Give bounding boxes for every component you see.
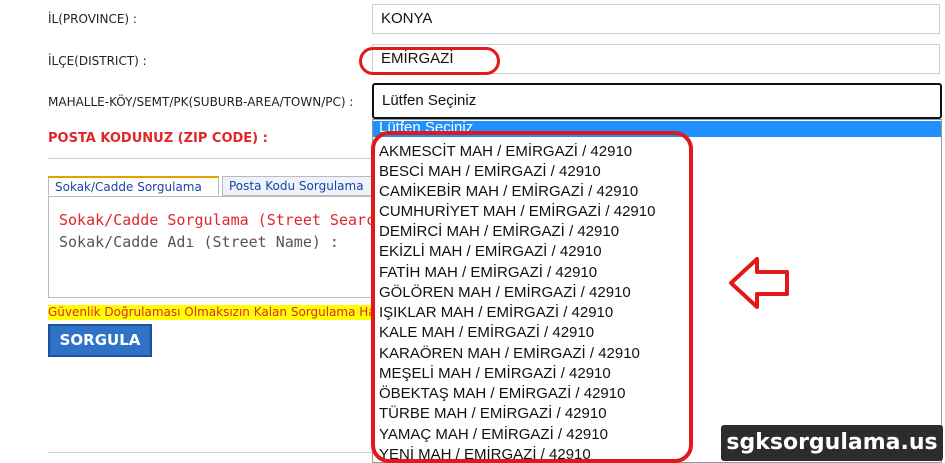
search-tabs: Sokak/Cadde Sorgulama Posta Kodu Sorgula…: [48, 176, 372, 196]
search-button[interactable]: SORGULA: [48, 324, 152, 357]
district-label: İLÇE(DISTRICT) :: [48, 54, 147, 68]
security-warning: Güvenlik Doğrulaması Olmaksızın Kalan So…: [48, 305, 372, 320]
zip-code-label: POSTA KODUNUZ (ZIP CODE) :: [48, 131, 268, 146]
street-name-label: Sokak/Cadde Adı (Street Name) :: [59, 233, 339, 251]
street-search-panel: Sokak/Cadde Sorgulama (Street Search) So…: [48, 196, 372, 298]
district-highlight-outline: [359, 47, 500, 75]
neighborhood-select[interactable]: Lütfen Seçiniz: [372, 83, 942, 119]
watermark-badge: sgksorgulama.us: [721, 425, 943, 461]
divider: [48, 158, 372, 159]
province-field[interactable]: KONYA: [372, 4, 940, 34]
tab-postal-code-search[interactable]: Posta Kodu Sorgulama: [222, 176, 372, 196]
options-highlight-outline: [371, 131, 693, 463]
bottom-divider: [48, 452, 372, 453]
left-arrow-outline-icon: [729, 257, 789, 309]
neighborhood-label: MAHALLE-KÖY/SEMT/PK(SUBURB-AREA/TOWN/PC)…: [48, 95, 354, 109]
tab-street-search[interactable]: Sokak/Cadde Sorgulama: [48, 176, 219, 196]
street-search-title: Sokak/Cadde Sorgulama (Street Search): [59, 211, 372, 229]
province-label: İL(PROVINCE) :: [48, 12, 137, 26]
